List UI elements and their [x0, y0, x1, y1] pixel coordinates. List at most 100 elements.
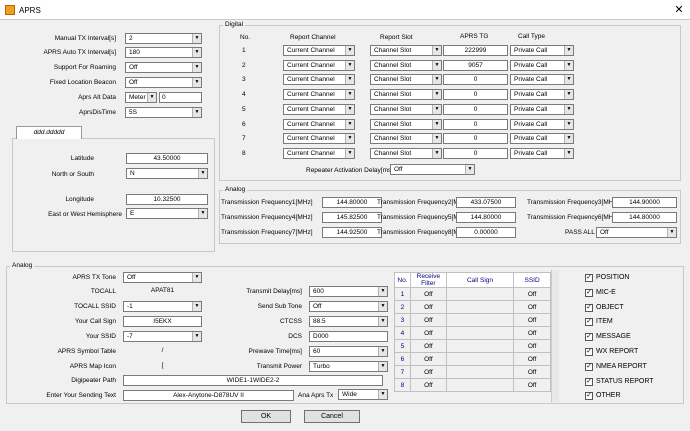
analog-value[interactable]: APAT81 — [123, 286, 202, 297]
pass-all-select[interactable]: Off ▼ — [596, 227, 677, 238]
filter-ssid-cell[interactable]: Off — [513, 326, 551, 340]
report-channel-select[interactable]: Current Channel ▼ — [283, 118, 355, 130]
basic-select[interactable]: Meter ▼ — [125, 92, 157, 103]
ew-select[interactable]: E ▼ — [126, 208, 208, 219]
filter-ssid-cell[interactable]: Off — [513, 300, 551, 314]
filter-callsign-cell[interactable] — [445, 313, 515, 327]
filter-ssid-cell[interactable]: Off — [513, 287, 551, 301]
report-channel-select[interactable]: Current Channel ▼ — [283, 89, 355, 101]
filter-ssid-cell[interactable]: Off — [513, 339, 551, 353]
location-format-tab[interactable]: ddd.ddddd — [16, 126, 82, 139]
basic-select[interactable]: Off ▼ — [125, 62, 202, 73]
sending-text-input[interactable]: Alex-Anytone-D878UV II — [123, 390, 294, 401]
freq-input[interactable]: 144.92500 — [322, 227, 382, 238]
filter-callsign-cell[interactable] — [445, 339, 515, 353]
filter-callsign-cell[interactable] — [445, 326, 515, 340]
aprs-tg-input[interactable]: 0 — [443, 133, 508, 145]
filter-ssid-cell[interactable]: Off — [513, 352, 551, 366]
aprs-tg-input[interactable]: 9057 — [443, 59, 508, 71]
report-slot-select[interactable]: Channel Slot ▼ — [370, 89, 442, 101]
filter-checkbox[interactable]: ✓ — [585, 288, 593, 297]
filter-checkbox[interactable]: ✓ — [585, 392, 593, 401]
filter-checkbox[interactable]: ✓ — [585, 318, 593, 327]
report-channel-select[interactable]: Current Channel ▼ — [283, 103, 355, 115]
analog-mid-select[interactable]: Off ▼ — [309, 301, 388, 312]
basic-select[interactable]: 5S ▼ — [125, 107, 202, 118]
call-type-select[interactable]: Private Call ▼ — [510, 133, 574, 145]
analog-value[interactable]: / — [123, 346, 202, 357]
report-channel-select[interactable]: Current Channel ▼ — [283, 74, 355, 86]
filter-receive-cell[interactable]: Off — [409, 378, 447, 392]
basic-select[interactable]: Off ▼ — [125, 77, 202, 88]
aprs-tg-input[interactable]: 0 — [443, 147, 508, 159]
alt-data-input[interactable]: 0 — [159, 92, 202, 103]
longitude-input[interactable]: 10.32500 — [126, 194, 208, 205]
filter-receive-cell[interactable]: Off — [409, 365, 447, 379]
report-slot-select[interactable]: Channel Slot ▼ — [370, 147, 442, 159]
dcs-input[interactable]: D000 — [309, 331, 388, 342]
filter-receive-cell[interactable]: Off — [409, 313, 447, 327]
freq-input[interactable]: 0.00000 — [456, 227, 516, 238]
report-channel-select[interactable]: Current Channel ▼ — [283, 147, 355, 159]
cancel-button[interactable]: Cancel — [304, 410, 360, 423]
filter-receive-cell[interactable]: Off — [409, 300, 447, 314]
aprs-tg-input[interactable]: 0 — [443, 103, 508, 115]
call-type-select[interactable]: Private Call ▼ — [510, 89, 574, 101]
report-slot-select[interactable]: Channel Slot ▼ — [370, 59, 442, 71]
filter-scrollbar[interactable] — [551, 270, 559, 402]
filter-callsign-cell[interactable] — [445, 378, 515, 392]
ok-button[interactable]: OK — [241, 410, 291, 423]
ana-aprs-tx-select[interactable]: Wide ▼ — [338, 389, 388, 400]
call-type-select[interactable]: Private Call ▼ — [510, 74, 574, 86]
aprs-tg-input[interactable]: 0 — [443, 89, 508, 101]
filter-ssid-cell[interactable]: Off — [513, 378, 551, 392]
freq-input[interactable]: 144.80000 — [612, 212, 677, 223]
filter-checkbox[interactable]: ✓ — [585, 333, 593, 342]
basic-select[interactable]: 2 ▼ — [125, 33, 202, 44]
freq-input[interactable]: 144.90000 — [612, 197, 677, 208]
filter-checkbox[interactable]: ✓ — [585, 362, 593, 371]
analog-select[interactable]: Off ▼ — [123, 272, 202, 283]
filter-receive-cell[interactable]: Off — [409, 287, 447, 301]
call-type-select[interactable]: Private Call ▼ — [510, 59, 574, 71]
call-type-select[interactable]: Private Call ▼ — [510, 118, 574, 130]
report-slot-select[interactable]: Channel Slot ▼ — [370, 74, 442, 86]
analog-mid-select[interactable]: 60 ▼ — [309, 346, 388, 357]
close-icon[interactable]: ✕ — [672, 3, 686, 17]
report-slot-select[interactable]: Channel Slot ▼ — [370, 45, 442, 56]
analog-select[interactable]: -1 ▼ — [123, 301, 202, 312]
digipeater-path-input[interactable]: WIDE1-1WIDE2-2 — [123, 375, 383, 386]
filter-ssid-cell[interactable]: Off — [513, 313, 551, 327]
filter-checkbox[interactable]: ✓ — [585, 274, 593, 282]
call-type-select[interactable]: Private Call ▼ — [510, 103, 574, 115]
latitude-input[interactable]: 43.50000 — [126, 153, 208, 164]
basic-select[interactable]: 180 ▼ — [125, 47, 202, 58]
analog-mid-select[interactable]: 600 ▼ — [309, 286, 388, 297]
filter-callsign-cell[interactable] — [445, 365, 515, 379]
aprs-tg-input[interactable]: 222999 — [443, 45, 508, 56]
analog-select[interactable]: -7 ▼ — [123, 331, 202, 342]
call-type-select[interactable]: Private Call ▼ — [510, 45, 574, 56]
filter-ssid-cell[interactable]: Off — [513, 365, 551, 379]
freq-input[interactable]: 145.82500 — [322, 212, 382, 223]
report-channel-select[interactable]: Current Channel ▼ — [283, 59, 355, 71]
analog-value[interactable]: [ — [123, 361, 202, 372]
ns-select[interactable]: N ▼ — [126, 168, 208, 179]
filter-checkbox[interactable]: ✓ — [585, 303, 593, 312]
call-type-select[interactable]: Private Call ▼ — [510, 147, 574, 159]
filter-callsign-cell[interactable] — [445, 287, 515, 301]
report-slot-select[interactable]: Channel Slot ▼ — [370, 133, 442, 145]
analog-mid-select[interactable]: 88.5 ▼ — [309, 316, 388, 327]
freq-input[interactable]: 144.80000 — [456, 212, 516, 223]
filter-checkbox[interactable]: ✓ — [585, 348, 593, 356]
filter-checkbox[interactable]: ✓ — [585, 377, 593, 386]
filter-receive-cell[interactable]: Off — [409, 339, 447, 353]
freq-input[interactable]: 433.07500 — [456, 197, 516, 208]
filter-callsign-cell[interactable] — [445, 300, 515, 314]
filter-receive-cell[interactable]: Off — [409, 352, 447, 366]
filter-callsign-cell[interactable] — [445, 352, 515, 366]
repeater-delay-select[interactable]: Off ▼ — [390, 164, 475, 175]
freq-input[interactable]: 144.80000 — [322, 197, 382, 208]
callsign-input[interactable]: I5EKX — [123, 316, 202, 327]
aprs-tg-input[interactable]: 0 — [443, 118, 508, 130]
